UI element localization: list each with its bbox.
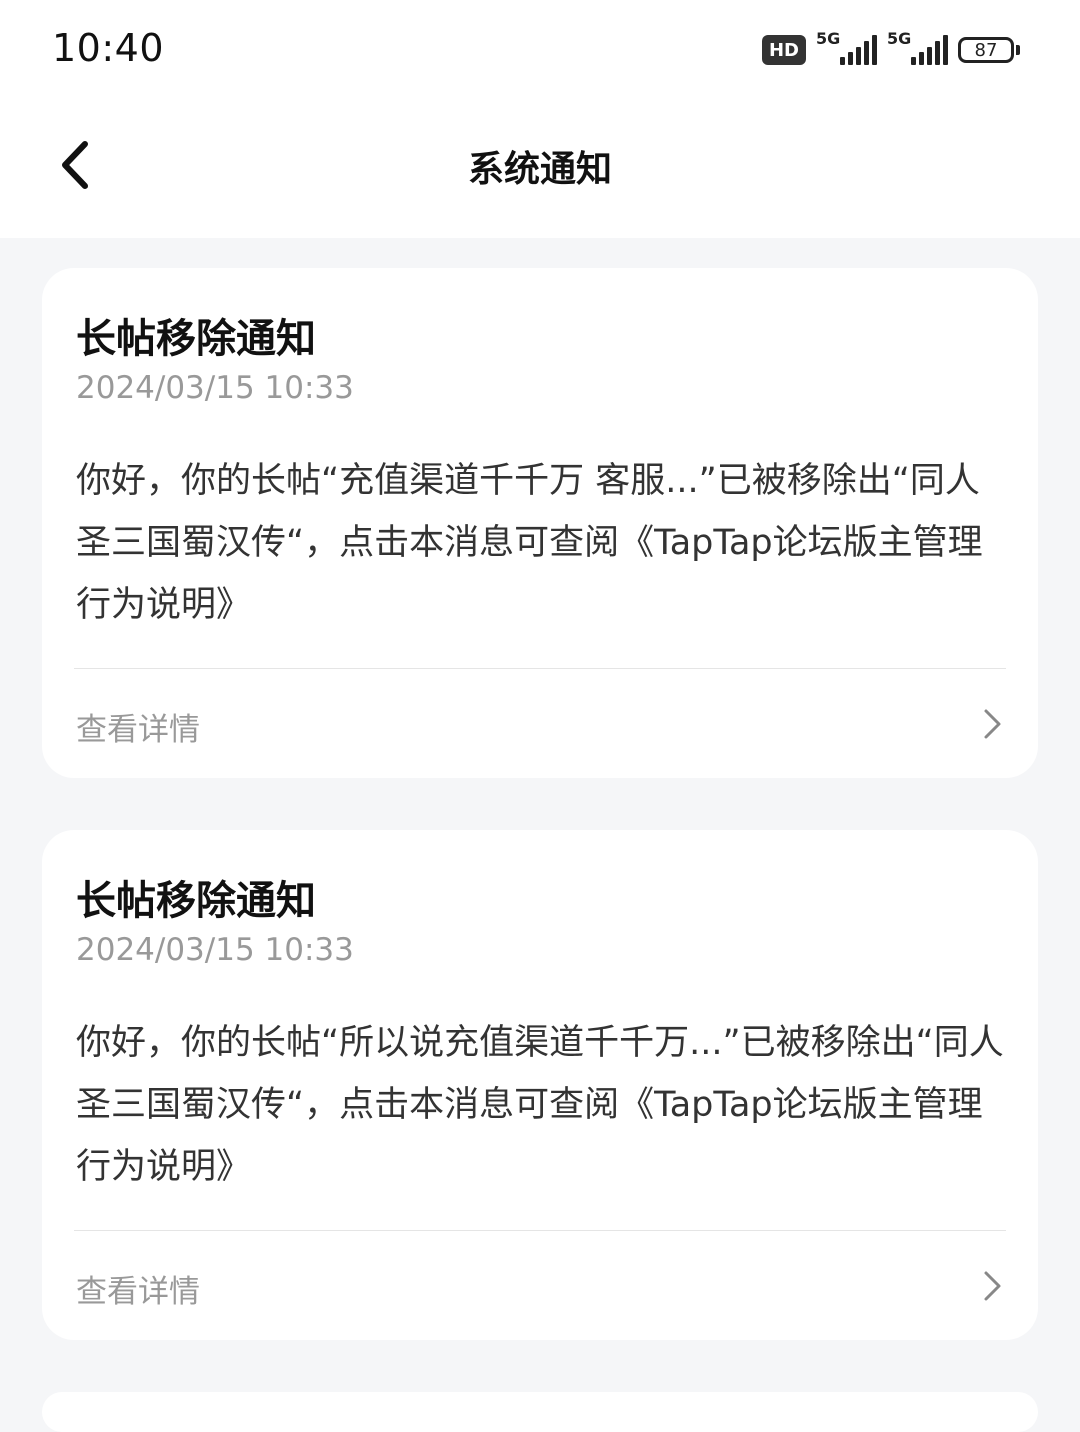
status-bar: 10:40 HD 5G 5G 87 — [0, 0, 1080, 100]
nav-bar: 系统通知 — [0, 100, 1080, 238]
notification-body: 你好，你的长帖“充值渠道千千万 客服...”已被移除出“同人圣三国蜀汉传“，点击… — [76, 461, 983, 625]
divider — [74, 1230, 1006, 1231]
hd-voice-icon: HD — [762, 35, 806, 65]
notification-card[interactable]: 长帖移除通知 2024/03/15 10:33 你好，你的长帖“充值渠道千千万 … — [42, 268, 1038, 778]
notification-card[interactable]: 长帖移除通知 2024/03/15 10:33 你好，你的长帖“所以说充值渠道千… — [42, 830, 1038, 1340]
view-details-link[interactable]: 查看详情 — [42, 1232, 1038, 1338]
chevron-right-icon — [984, 709, 1001, 739]
notification-time: 2024/03/15 10:33 — [76, 370, 354, 406]
divider — [74, 668, 1006, 669]
notification-time: 2024/03/15 10:33 — [76, 932, 354, 968]
notification-card-partial[interactable] — [42, 1392, 1038, 1432]
notification-title: 长帖移除通知 — [76, 316, 316, 362]
view-details-label: 查看详情 — [76, 1274, 200, 1310]
status-icons: HD 5G 5G 87 — [762, 28, 1020, 72]
page-title: 系统通知 — [467, 149, 612, 190]
status-time: 10:40 — [52, 26, 165, 70]
view-details-label: 查看详情 — [76, 712, 200, 748]
view-details-link[interactable]: 查看详情 — [42, 670, 1038, 776]
chevron-right-icon — [984, 1271, 1001, 1301]
signal-icon-sim2: 5G — [887, 29, 948, 65]
notification-body: 你好，你的长帖“所以说充值渠道千千万...”已被移除出“同人圣三国蜀汉传“，点击… — [76, 1023, 1004, 1187]
notification-title: 长帖移除通知 — [76, 878, 316, 924]
battery-level: 87 — [958, 37, 1014, 63]
signal-icon-sim1: 5G — [816, 29, 877, 65]
battery-icon: 87 — [958, 37, 1020, 63]
